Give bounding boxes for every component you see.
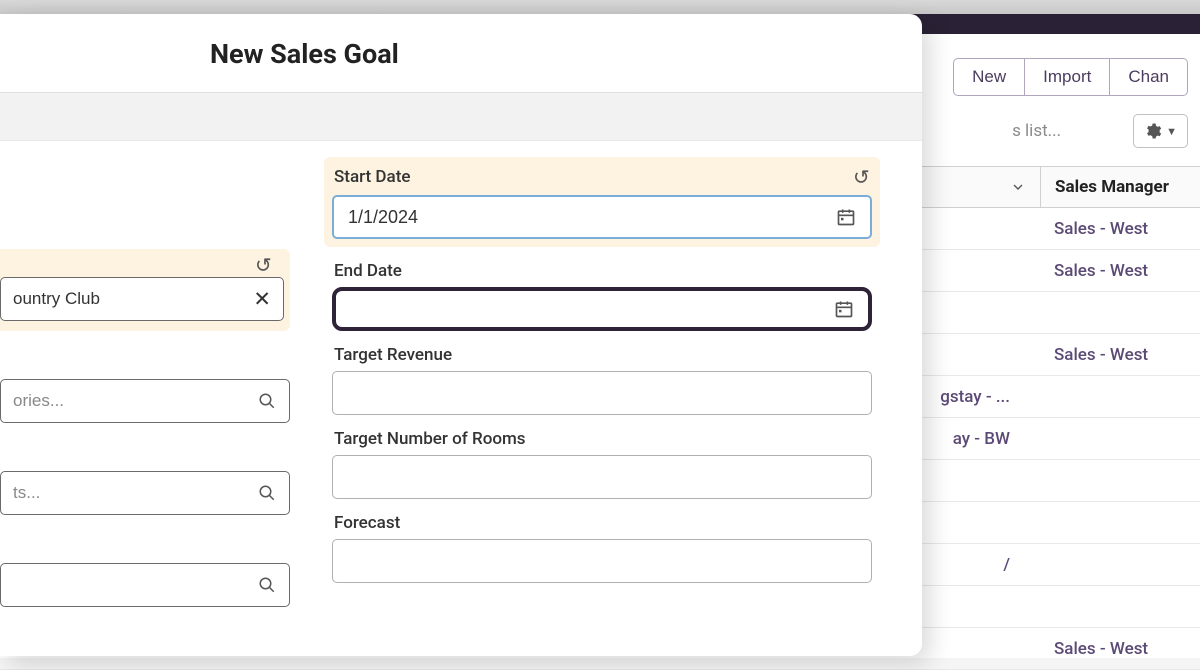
table-cell[interactable]: ay - BW	[939, 419, 1040, 459]
start-date-input[interactable]	[332, 195, 872, 239]
table-cell: /	[989, 545, 1040, 585]
table-cell[interactable]: Sales - West	[1040, 209, 1200, 249]
target-rooms-label: Target Number of Rooms	[334, 429, 526, 449]
target-rooms-input[interactable]	[332, 455, 872, 499]
target-revenue-input[interactable]	[332, 371, 872, 415]
lookup-field-4[interactable]	[13, 575, 257, 595]
target-rooms-group: Target Number of Rooms	[332, 429, 872, 499]
account-lookup-input[interactable]: ✕	[0, 277, 284, 321]
target-revenue-label: Target Revenue	[334, 345, 452, 365]
lookup-input-4[interactable]	[0, 563, 290, 607]
table-cell[interactable]: Sales - West	[1040, 629, 1200, 669]
browser-chrome	[0, 0, 1200, 14]
forecast-label: Forecast	[334, 513, 400, 533]
search-icon	[257, 391, 277, 411]
end-date-input[interactable]	[332, 287, 872, 331]
end-date-label: End Date	[334, 261, 402, 281]
clear-icon[interactable]: ✕	[253, 287, 271, 312]
modal-header: New Sales Goal	[0, 14, 922, 93]
lookup-group-4	[0, 563, 290, 607]
table-cell	[1040, 303, 1200, 323]
chevron-down-icon[interactable]	[1010, 179, 1026, 195]
forecast-group: Forecast	[332, 513, 872, 583]
end-date-group: End Date	[332, 261, 872, 331]
forecast-input[interactable]	[332, 539, 872, 583]
column-header-sales-manager[interactable]: Sales Manager	[1040, 167, 1200, 207]
accounts-lookup-group	[0, 471, 290, 515]
import-button[interactable]: Import	[1025, 58, 1110, 96]
new-button[interactable]: New	[953, 58, 1025, 96]
target-revenue-group: Target Revenue	[332, 345, 872, 415]
accounts-lookup-input[interactable]	[0, 471, 290, 515]
start-date-label: Start Date	[334, 167, 410, 187]
undo-icon[interactable]: ↻	[853, 165, 870, 189]
calendar-icon[interactable]	[836, 207, 856, 227]
categories-lookup-field[interactable]	[13, 391, 257, 411]
account-lookup-field[interactable]	[13, 289, 253, 309]
gear-icon	[1144, 122, 1162, 140]
modal-subheader	[0, 93, 922, 141]
table-cell[interactable]: Sales - West	[1040, 335, 1200, 375]
search-icon	[257, 575, 277, 595]
calendar-icon[interactable]	[834, 299, 854, 319]
table-cell[interactable]: Sales - West	[1040, 251, 1200, 291]
categories-lookup-input[interactable]	[0, 379, 290, 423]
modal-title: New Sales Goal	[210, 38, 922, 70]
start-date-group: Start Date ↻	[324, 157, 880, 247]
search-icon	[257, 483, 277, 503]
change-owner-button[interactable]: Chan	[1110, 58, 1188, 96]
end-date-field[interactable]	[350, 299, 834, 320]
undo-icon[interactable]: ↻	[255, 253, 272, 277]
start-date-field[interactable]	[348, 207, 836, 228]
categories-lookup-group	[0, 379, 290, 423]
table-cell[interactable]: gstay - ...	[926, 377, 1040, 417]
account-lookup-group: ↻ ✕	[0, 249, 290, 331]
new-sales-goal-modal: New Sales Goal ↻ ✕	[0, 14, 922, 656]
search-list-input[interactable]: s list...	[1012, 121, 1121, 141]
list-settings-button[interactable]: ▼	[1133, 114, 1188, 148]
accounts-lookup-field[interactable]	[13, 483, 257, 503]
